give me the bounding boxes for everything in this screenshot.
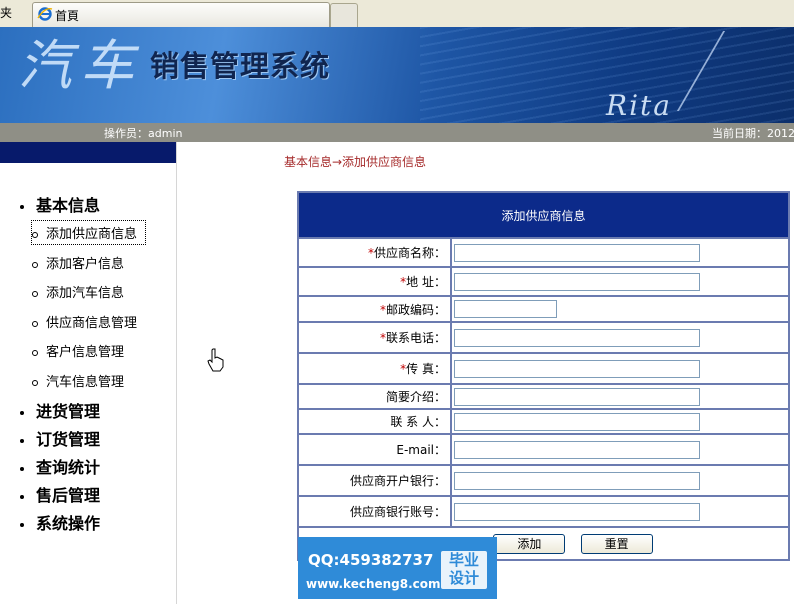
field-label-text: 传 真： <box>406 362 446 376</box>
field-label: *供应商名称： <box>298 238 451 267</box>
nav-section-order[interactable]: 订货管理 <box>20 426 100 450</box>
nav-section-label: 基本信息 <box>36 196 101 215</box>
address-input[interactable] <box>454 272 700 291</box>
nav-section-label: 订货管理 <box>36 430 101 449</box>
field-label: 联 系 人： <box>298 409 451 434</box>
tab-title: 首頁 <box>55 9 80 23</box>
email-input[interactable] <box>454 440 700 459</box>
circle-bullet-icon <box>32 379 38 386</box>
circle-bullet-icon <box>32 349 38 356</box>
browser-tab-strip: 夹 首頁 <box>0 0 794 28</box>
bullet-icon <box>20 204 24 209</box>
operator-bar: 操作员：admin 当前日期：2012 <box>0 123 794 142</box>
favorites-label[interactable]: 夹 <box>0 4 12 21</box>
operator-label: 操作员：admin <box>104 127 183 140</box>
nav-item-car-management[interactable]: 汽车信息管理 <box>32 371 124 390</box>
banner-signature: Rita <box>606 89 672 122</box>
nav-section-label: 系统操作 <box>36 514 101 533</box>
nav-item-label: 客户信息管理 <box>46 345 125 360</box>
nav-section-statistics[interactable]: 查询统计 <box>20 454 100 478</box>
bank-account-input[interactable] <box>454 502 700 521</box>
nav-section-purchase[interactable]: 进货管理 <box>20 398 100 422</box>
nav-section-label: 进货管理 <box>36 402 101 421</box>
nav-item-supplier-management[interactable]: 供应商信息管理 <box>32 312 137 331</box>
nav-section-basic-info[interactable]: 基本信息 <box>20 192 100 216</box>
bullet-icon <box>20 466 24 471</box>
reset-button[interactable]: 重置 <box>580 533 653 554</box>
nav-section-after-sales[interactable]: 售后管理 <box>20 482 100 506</box>
field-label-text: 邮政编码： <box>385 302 446 317</box>
nav-item-add-car[interactable]: 添加汽车信息 <box>32 282 124 301</box>
watermark-tag: 毕业 设计 <box>441 551 487 589</box>
circle-bullet-icon <box>32 320 38 327</box>
watermark-qq: QQ:459382737 <box>308 551 434 569</box>
bullet-icon <box>20 438 24 443</box>
header-banner: 汽车 销售管理系统 Rita <box>0 27 794 123</box>
left-nav: 基本信息 添加供应商信息 添加客户信息 添加汽车信息 供应商信息管理 客户信息管… <box>0 142 177 604</box>
hand-cursor-icon <box>207 348 224 372</box>
contact-person-input[interactable] <box>454 412 700 431</box>
system-title: 销售管理系统 <box>150 49 331 83</box>
field-label: *邮政编码： <box>298 296 451 322</box>
postal-code-input[interactable] <box>454 300 557 318</box>
watermark-url: www.kecheng8.com <box>306 577 441 591</box>
bank-name-input[interactable] <box>454 471 700 490</box>
nav-item-label: 添加供应商信息 <box>46 227 138 242</box>
nav-top-bar <box>0 142 176 163</box>
new-tab-button[interactable] <box>330 3 358 27</box>
nav-item-label: 添加客户信息 <box>46 257 125 272</box>
nav-item-add-supplier[interactable]: 添加供应商信息 <box>30 220 147 245</box>
breadcrumb: 基本信息→添加供应商信息 <box>284 155 427 169</box>
form-title: 添加供应商信息 <box>298 192 789 238</box>
field-label-text: 地 址： <box>406 275 446 289</box>
field-label: E-mail： <box>298 434 451 465</box>
bullet-icon <box>20 494 24 499</box>
nav-item-customer-management[interactable]: 客户信息管理 <box>32 341 124 360</box>
nav-item-add-customer[interactable]: 添加客户信息 <box>32 253 124 272</box>
circle-bullet-icon <box>32 290 38 297</box>
phone-input[interactable] <box>454 328 700 347</box>
watermark-tag-line1: 毕业 <box>448 551 479 569</box>
nav-item-label: 汽车信息管理 <box>46 375 125 390</box>
field-label: *地 址： <box>298 267 451 296</box>
banner-brush-text: 汽车 <box>18 34 142 97</box>
watermark-overlay: QQ:459382737 www.kecheng8.com 毕业 设计 <box>298 537 497 599</box>
add-button[interactable]: 添加 <box>493 533 566 554</box>
current-date-label: 当前日期：2012 <box>712 127 794 140</box>
field-label: *传 真： <box>298 353 451 384</box>
nav-item-label: 添加汽车信息 <box>46 286 125 301</box>
field-label: 供应商银行账号： <box>298 496 451 527</box>
ie-logo-icon <box>37 7 53 21</box>
description-input[interactable] <box>454 387 700 406</box>
watermark-tag-line2: 设计 <box>448 569 479 587</box>
browser-tab-home[interactable]: 首頁 <box>32 2 330 27</box>
circle-bullet-icon <box>32 231 38 238</box>
field-label: *联系电话： <box>298 322 451 353</box>
circle-bullet-icon <box>32 261 38 268</box>
nav-item-label: 供应商信息管理 <box>46 316 138 331</box>
field-label: 供应商开户银行： <box>298 465 451 496</box>
supplier-name-input[interactable] <box>454 243 700 262</box>
bullet-icon <box>20 410 24 415</box>
nav-section-label: 查询统计 <box>36 458 101 477</box>
field-label-text: 联系电话： <box>385 331 446 345</box>
nav-section-system[interactable]: 系统操作 <box>20 510 100 534</box>
bullet-icon <box>20 522 24 527</box>
nav-section-label: 售后管理 <box>36 486 101 505</box>
fax-input[interactable] <box>454 359 700 378</box>
field-label-text: 供应商名称： <box>373 246 446 260</box>
add-supplier-form: 添加供应商信息 *供应商名称： *地 址： *邮政编码： *联系电话： *传 真… <box>297 191 790 561</box>
field-label: 简要介绍： <box>298 384 451 409</box>
